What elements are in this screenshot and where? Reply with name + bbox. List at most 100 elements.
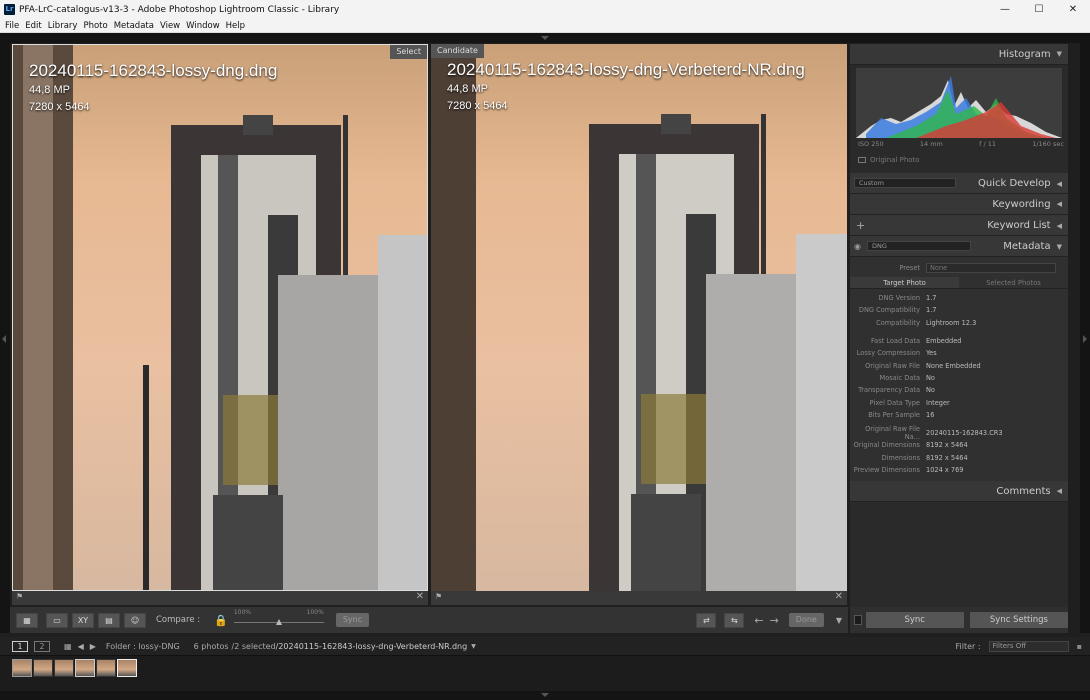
sync-bar: Sync Sync Settings — [850, 607, 1068, 633]
metadata-value: No — [926, 373, 935, 382]
done-button[interactable]: Done — [788, 613, 824, 627]
make-select-icon[interactable]: ⇆ — [724, 612, 745, 628]
compare-view-icon[interactable]: XY — [72, 612, 94, 628]
zoom-slider[interactable]: 100% 100% — [233, 609, 324, 631]
metadata-value: 8192 x 5464 — [926, 441, 968, 450]
photo-count: 6 photos — [193, 641, 229, 651]
survey-view-icon[interactable]: ▤ — [98, 612, 120, 628]
loupe-view-icon[interactable]: ▭ — [46, 612, 68, 628]
select-flag-icon[interactable]: ⚑ — [16, 592, 23, 601]
grid-view-icon[interactable]: ▦ — [16, 612, 38, 628]
right-panel-toggle-strip[interactable] — [1080, 43, 1090, 633]
quick-develop-preset-select[interactable]: Custom — [854, 178, 956, 188]
menu-metadata[interactable]: Metadata — [114, 21, 154, 31]
filmstrip-thumbnail[interactable] — [12, 659, 32, 677]
metadata-key: Fast Load Data — [870, 337, 920, 346]
select-pane-footer: ⚑ ✕ — [12, 591, 428, 605]
menu-edit[interactable]: Edit — [25, 21, 41, 31]
toolbar-menu-icon[interactable]: ▼ — [836, 616, 842, 625]
metadata-value: Yes — [926, 349, 937, 358]
candidate-flag-icon[interactable]: ⚑ — [435, 592, 442, 601]
histogram-graph[interactable] — [856, 68, 1062, 138]
candidate-close-icon[interactable]: ✕ — [835, 591, 843, 602]
lightroom-app-icon: Lr — [4, 4, 15, 15]
eye-icon[interactable]: ◉ — [854, 242, 861, 251]
metadata-header[interactable]: ◉ DNG Metadata ▼ — [850, 236, 1068, 257]
metadata-preset-select[interactable]: None — [926, 263, 1056, 273]
menu-photo[interactable]: Photo — [83, 21, 107, 31]
auto-sync-toggle[interactable] — [854, 615, 862, 625]
minimize-button[interactable]: — — [988, 0, 1022, 19]
histogram-header[interactable]: Histogram ▼ — [850, 44, 1068, 65]
previous-photo-icon[interactable]: ← — [754, 614, 763, 627]
sync-settings-button[interactable]: Sync Settings — [969, 612, 1068, 628]
select-photo-pane[interactable]: 20240115-162843-lossy-dng.dng 44,8 MP 72… — [12, 44, 428, 591]
zoom-left-value: 100% — [233, 609, 251, 616]
menu-view[interactable]: View — [160, 21, 180, 31]
quick-develop-header[interactable]: Custom Quick Develop ◀ — [850, 173, 1068, 194]
tab-selected-photos[interactable]: Selected Photos — [959, 277, 1068, 288]
sync-button[interactable]: Sync — [865, 612, 964, 628]
window-title: PFA-LrC-catalogus-v13-3 - Adobe Photosho… — [19, 4, 340, 15]
tab-target-photo[interactable]: Target Photo — [850, 277, 959, 288]
folder-source[interactable]: Folder : lossy-DNG — [106, 642, 180, 651]
filmstrip-thumbnail[interactable] — [54, 659, 74, 677]
lock-icon[interactable]: 🔒 — [214, 614, 228, 627]
menu-window[interactable]: Window — [186, 21, 220, 31]
keywording-title: Keywording — [992, 198, 1051, 210]
candidate-tag: Candidate — [431, 44, 484, 58]
select-close-icon[interactable]: ✕ — [416, 591, 424, 602]
right-panel: Histogram ▼ ISO 250 14 mm f / 11 1/160 s… — [850, 44, 1068, 633]
original-photo-toggle[interactable]: Original Photo — [858, 156, 920, 164]
metadata-key: Preview Dimensions — [853, 466, 920, 474]
filmstrip-thumbnail[interactable] — [117, 659, 137, 677]
menu-help[interactable]: Help — [226, 21, 245, 31]
forward-arrow-icon[interactable]: ▶ — [90, 642, 96, 651]
metadata-view-select[interactable]: DNG — [866, 241, 971, 251]
filmstrip-thumbnail[interactable] — [33, 659, 53, 677]
original-photo-label: Original Photo — [870, 156, 920, 164]
next-photo-icon[interactable]: → — [770, 614, 779, 627]
sync-toolbar-button[interactable]: Sync — [335, 613, 370, 627]
filmstrip-toggle-strip[interactable] — [0, 691, 1090, 700]
selected-count: /2 selected — [231, 641, 276, 651]
metadata-row: Original Raw File Na... 20240115-162843.C… — [850, 425, 1068, 441]
metadata-value: Lightroom 12.3 — [926, 318, 977, 327]
metadata-group-2: Fast Load Data Embedded Lossy Compression… — [850, 329, 1068, 421]
metadata-preset-row: Preset None — [850, 261, 1068, 275]
candidate-photo-pane[interactable]: 20240115-162843-lossy-dng-Verbeterd-NR.d… — [431, 44, 847, 591]
left-panel-toggle-strip[interactable] — [0, 43, 10, 633]
keyword-list-header[interactable]: + Keyword List ◀ — [850, 215, 1068, 236]
zoom-slider-thumb[interactable] — [275, 619, 282, 625]
filmstrip-thumbnail[interactable] — [96, 659, 116, 677]
current-file-name: /20240115-162843-lossy-dng-Verbeterd-NR.… — [275, 641, 468, 651]
people-view-icon[interactable]: ☺ — [124, 612, 146, 628]
filter-select[interactable]: Filters Off — [988, 640, 1069, 652]
metadata-value: 1024 x 769 — [926, 466, 964, 474]
original-photo-checkbox[interactable] — [858, 157, 866, 163]
grid-icon[interactable]: ▦ — [64, 642, 72, 651]
metadata-key: Original Raw File — [865, 361, 920, 370]
metadata-key: Lossy Compression — [856, 349, 920, 358]
top-panel-toggle-strip[interactable] — [0, 33, 1090, 43]
metadata-value: 16 — [926, 410, 935, 419]
metadata-value: 20240115-162843.CR3 — [926, 429, 1003, 438]
comments-header[interactable]: Comments ◀ — [850, 481, 1068, 503]
select-photo-dimensions: 7280 x 5464 — [29, 101, 90, 113]
menu-file[interactable]: File — [5, 21, 19, 31]
filmstrip-thumbnail[interactable] — [75, 659, 95, 677]
filter-lock-icon[interactable]: ▪ — [1077, 642, 1082, 651]
secondary-window-button[interactable]: 2 — [34, 640, 50, 652]
main-window-button[interactable]: 1 — [12, 640, 28, 652]
back-arrow-icon[interactable]: ◀ — [78, 642, 84, 651]
menu-library[interactable]: Library — [48, 21, 78, 31]
close-window-button[interactable]: ✕ — [1056, 0, 1090, 19]
maximize-button[interactable]: ☐ — [1022, 0, 1056, 19]
file-menu-chevron-icon[interactable]: ▼ — [471, 643, 476, 650]
top-panel-toggle-icon — [541, 36, 549, 40]
keywording-header[interactable]: Keywording ◀ — [850, 194, 1068, 215]
swap-icon[interactable]: ⇄ — [696, 612, 717, 628]
metadata-key: Mosaic Data — [879, 373, 921, 382]
metadata-value: 8192 x 5464 — [926, 453, 968, 462]
add-keyword-icon[interactable]: + — [856, 219, 865, 232]
